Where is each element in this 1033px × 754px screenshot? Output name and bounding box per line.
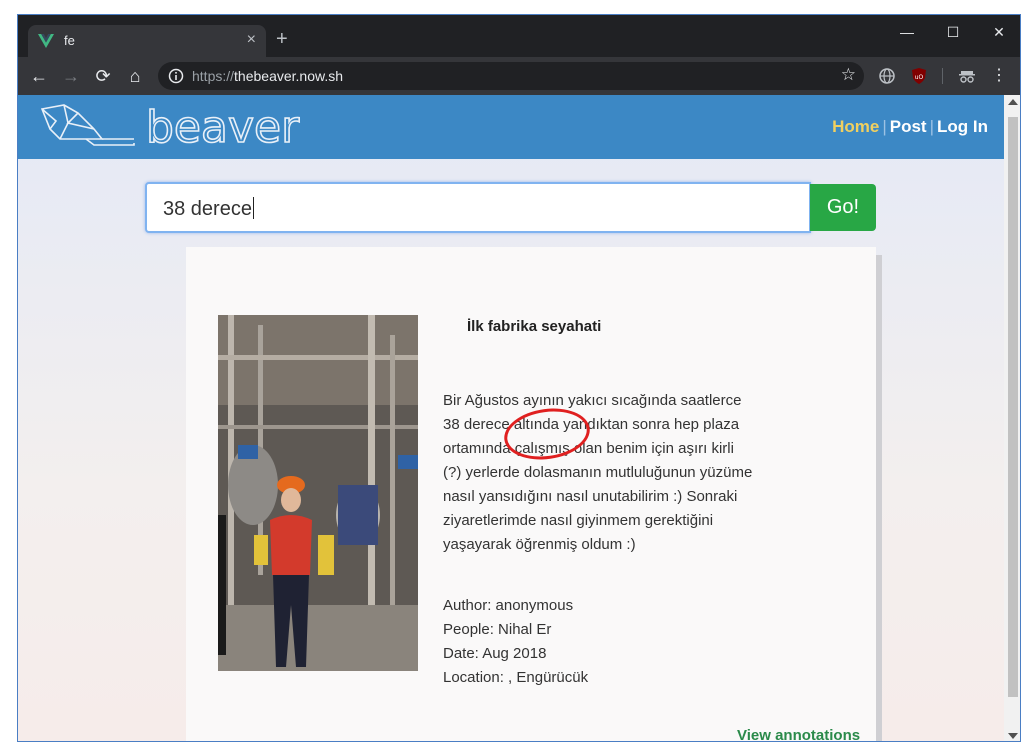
scroll-down-arrow-icon[interactable] (1008, 733, 1018, 739)
post-body: Bir Ağustos ayının yakıcı sıcağında saat… (443, 392, 753, 553)
new-tab-button[interactable]: + (276, 29, 288, 49)
search-input[interactable]: 38 derece (145, 182, 811, 233)
ublock-icon[interactable]: uO (910, 67, 928, 85)
browser-tab[interactable]: fe × (28, 25, 266, 57)
search-input-value: 38 derece (163, 197, 254, 221)
globe-icon[interactable] (878, 67, 896, 85)
forward-icon[interactable]: → (60, 65, 82, 87)
back-icon[interactable]: ← (28, 65, 50, 87)
toolbar-divider (942, 68, 943, 84)
tab-title: fe (64, 33, 75, 48)
factory-photo-image (218, 315, 418, 671)
info-icon[interactable] (168, 68, 184, 84)
reload-icon[interactable]: ⟳ (92, 65, 114, 87)
logo-text: beaver (146, 102, 300, 153)
scroll-up-arrow-icon[interactable] (1008, 99, 1018, 105)
web-page: beaver Home | Post | Log In 38 derece Go! (18, 95, 1004, 741)
home-icon[interactable]: ⌂ (124, 65, 146, 87)
nav-home-link[interactable]: Home (832, 117, 879, 137)
address-bar[interactable]: https://thebeaver.now.sh ☆ (158, 62, 864, 90)
beaver-logo[interactable]: beaver (38, 99, 328, 155)
star-icon[interactable]: ☆ (841, 65, 856, 85)
incognito-icon[interactable] (958, 67, 976, 85)
post-card: İlk fabrika seyahati Bir Ağustos ayının … (186, 247, 876, 741)
url-text[interactable]: https://thebeaver.now.sh (192, 68, 343, 84)
svg-text:uO: uO (915, 74, 924, 81)
maximize-button[interactable]: ☐ (930, 21, 976, 43)
tab-strip: fe × + — ☐ ✕ (18, 15, 1020, 57)
scrollbar-thumb[interactable] (1008, 117, 1018, 697)
site-navbar: beaver Home | Post | Log In (18, 95, 1004, 159)
nav-separator: | (929, 117, 935, 136)
view-annotations-link[interactable]: View annotations (737, 727, 860, 741)
post-location: Location: , Engürücük (443, 669, 589, 686)
menu-icon[interactable]: ⋮ (988, 65, 1010, 87)
post-photo[interactable] (218, 315, 418, 671)
text-caret (252, 197, 254, 219)
browser-window: fe × + — ☐ ✕ ← → ⟳ ⌂ https://thebeaver.n… (17, 14, 1021, 742)
go-button[interactable]: Go! (810, 184, 876, 231)
nav-post-link[interactable]: Post (890, 117, 927, 137)
post-title: İlk fabrika seyahati (467, 318, 602, 335)
post-date: Date: Aug 2018 (443, 645, 547, 662)
main-nav: Home | Post | Log In (832, 117, 988, 137)
post-people: People: Nihal Er (443, 621, 552, 638)
browser-toolbar: ← → ⟳ ⌂ https://thebeaver.now.sh ☆ uO ⋮ (18, 57, 1020, 95)
close-window-button[interactable]: ✕ (976, 21, 1020, 43)
tab-close-button[interactable]: × (247, 31, 256, 49)
url-host: thebeaver.now.sh (234, 68, 344, 84)
url-scheme: https:// (192, 68, 235, 84)
page-scrollbar[interactable] (1004, 95, 1020, 741)
nav-login-link[interactable]: Log In (937, 117, 988, 137)
post-author: Author: anonymous (443, 597, 574, 614)
vue-logo-icon (38, 34, 54, 48)
search-query: 38 derece (163, 198, 252, 220)
nav-separator: | (882, 117, 887, 136)
minimize-button[interactable]: — (884, 21, 930, 43)
